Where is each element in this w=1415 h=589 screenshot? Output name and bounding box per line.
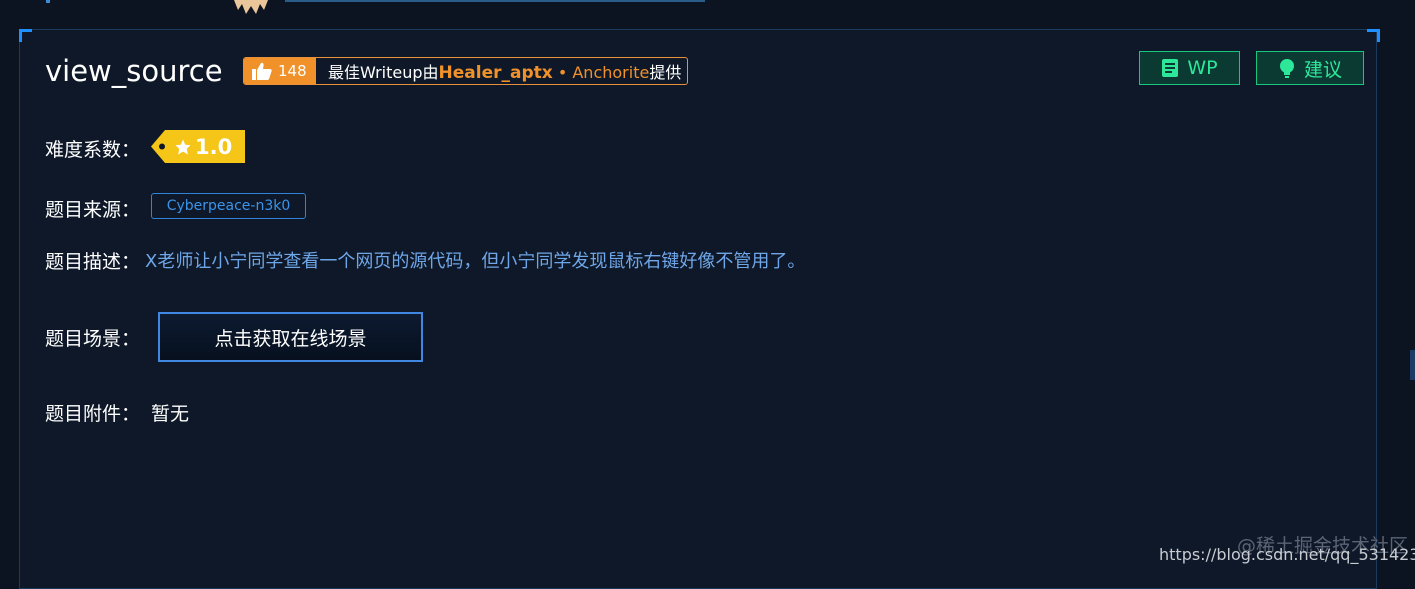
challenge-title: view_source: [45, 54, 223, 88]
get-scene-button[interactable]: 点击获取在线场景: [158, 312, 423, 362]
panel-corner-tl: [19, 29, 32, 42]
scene-label: 题目场景：: [45, 328, 141, 350]
best-writeup-text: 最佳Writeup由Healer_aptx • Anchorite提供: [328, 59, 681, 83]
difficulty-label: 难度系数：: [45, 139, 141, 161]
attachment-value: 暂无: [151, 403, 190, 425]
scrollbar-edge: [1410, 350, 1415, 380]
attachment-label: 题目附件：: [45, 403, 141, 425]
star-icon: [175, 139, 191, 155]
wp-author[interactable]: Healer_aptx: [439, 63, 553, 83]
difficulty-badge: 1.0: [151, 130, 245, 163]
suggest-button[interactable]: 建议: [1256, 51, 1364, 85]
lightbulb-icon: [1279, 59, 1294, 78]
top-dot: [46, 0, 50, 3]
wp-team[interactable]: Anchorite: [572, 63, 649, 82]
source-label: 题目来源：: [45, 199, 141, 221]
wp-button-label: WP: [1187, 57, 1218, 79]
suggest-button-label: 建议: [1303, 58, 1342, 81]
challenge-panel: [19, 29, 1377, 589]
difficulty-value: 1.0: [195, 135, 233, 159]
panel-corner-tr: [1367, 29, 1380, 42]
description-label: 题目描述：: [45, 251, 141, 273]
like-count: 148: [278, 62, 307, 80]
top-strip: [0, 0, 1415, 14]
like-counter[interactable]: 148: [244, 58, 316, 84]
wp-suffix: 提供: [649, 63, 682, 82]
medal-icon: [234, 0, 268, 14]
best-writeup-banner[interactable]: 148 最佳Writeup由Healer_aptx • Anchorite提供: [243, 57, 688, 85]
thumbs-up-icon: [252, 62, 272, 80]
source-tag[interactable]: Cyberpeace-n3k0: [151, 193, 306, 219]
top-divider: [285, 0, 705, 2]
wp-separator: •: [552, 63, 573, 82]
document-icon: [1162, 59, 1179, 77]
wp-prefix: 最佳Writeup由: [328, 63, 439, 82]
csdn-watermark: https://blog.csdn.net/qq_53142368: [1159, 545, 1415, 564]
wp-button[interactable]: WP: [1139, 51, 1240, 85]
description-text: X老师让小宁同学查看一个网页的源代码，但小宁同学发现鼠标右键好像不管用了。: [145, 251, 806, 272]
